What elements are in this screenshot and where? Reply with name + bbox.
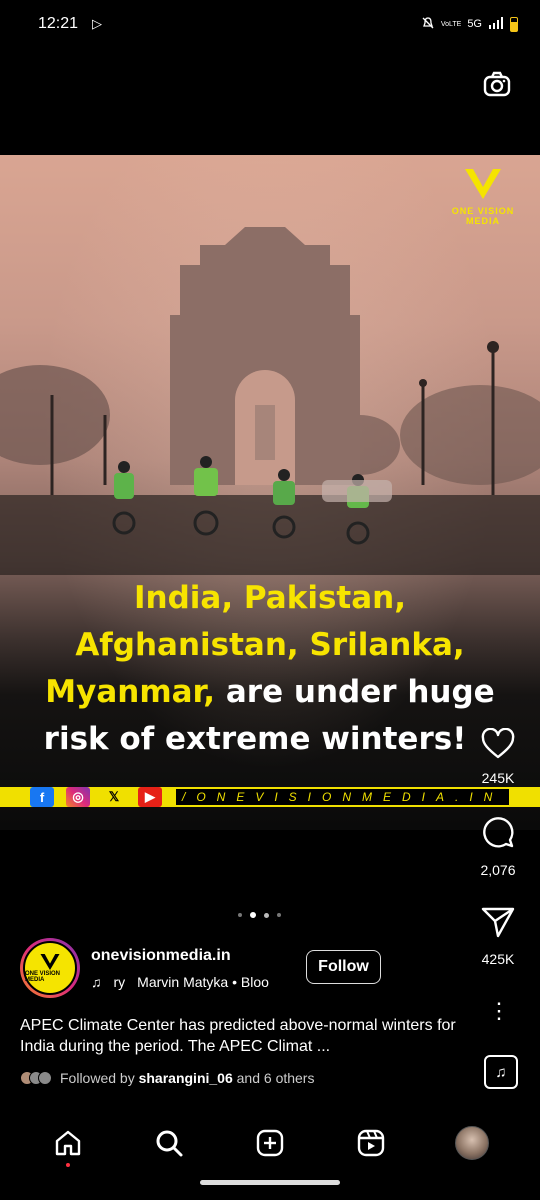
headline-line-4: risk of extreme winters! [43,721,467,757]
send-icon [481,907,515,938]
comment-count: 2,076 [480,862,516,878]
author-username[interactable]: onevisionmedia.in [91,947,231,965]
status-time: 12:21 [38,15,79,32]
nav-profile[interactable] [452,1123,492,1163]
follower-avatar [38,1071,52,1085]
search-icon [156,1130,183,1157]
avatar-v-icon [40,954,60,970]
profile-avatar [454,1126,489,1160]
comment-button[interactable]: 2,076 [468,814,528,878]
youtube-icon: ▶ [138,787,162,807]
author-avatar[interactable]: ONE VISION MEDIA [20,938,80,998]
instagram-icon: ◎ [66,787,90,807]
carousel-indicator [238,912,281,918]
audio-info[interactable]: ♫ ry Marvin Matyka • Bloo [91,974,296,990]
comment-icon [483,817,514,848]
camera-icon [483,71,511,97]
notification-dot [66,1163,71,1167]
follow-button[interactable]: Follow [306,950,381,984]
brand-v-icon [465,169,501,199]
followed-by[interactable]: Followed by sharangini_06 and 6 others [20,1070,314,1086]
share-button[interactable]: 425K [468,905,528,967]
brand-logo: ONE VISION MEDIA [444,167,522,226]
heart-icon [481,728,515,759]
share-count: 425K [481,951,515,967]
more-options-button[interactable]: ⋮ [484,1000,514,1022]
facebook-icon: f [30,787,54,807]
audio-prefix: ry [113,974,126,990]
carousel-dot [238,913,242,917]
status-bar: 12:21 ▷ VoLTE 5G [0,0,540,48]
followed-by-text: Followed by sharangini_06 and 6 others [60,1070,315,1086]
music-note-small-icon: ♫ [91,974,102,990]
post-caption[interactable]: APEC Climate Center has predicted above-… [20,1015,470,1057]
battery-icon [510,16,518,32]
home-icon [56,1130,81,1156]
more-vertical-icon: ⋮ [488,998,510,1023]
gesture-home-indicator [200,1180,340,1185]
headline-line-3: Myanmar, are under huge [45,674,495,710]
headline-line-1: India, Pakistan, [134,580,406,616]
audio-thumbnail-button[interactable]: ♫ [484,1055,518,1089]
like-count: 245K [481,770,515,786]
social-strip: f ◎ 𝕏 ▶ /ONEVISIONMEDIA.IN [0,787,540,807]
brand-logo-text: ONE VISION MEDIA [451,206,515,226]
audio-track-name: Marvin Matyka • Bloo [137,974,269,990]
bottom-navigation [0,1110,540,1176]
create-icon [256,1129,284,1157]
follower-avatars [20,1071,52,1085]
volte-label: VoLTE [440,20,462,28]
signal-icon [488,16,504,32]
carousel-dot-active [250,912,256,918]
nav-reels[interactable] [351,1123,391,1163]
strip-website-text: /ONEVISIONMEDIA.IN [176,789,510,805]
carousel-dot [264,912,269,918]
camera-button[interactable] [480,68,514,102]
play-store-icon: ▷ [92,16,103,31]
carousel-dot [277,913,281,917]
mute-icon [421,16,435,33]
nav-search[interactable] [149,1123,189,1163]
music-note-icon: ♫ [495,1063,507,1081]
avatar-text: ONE VISION MEDIA [25,971,61,983]
headline-line-2: Afghanistan, Srilanka, [75,627,465,663]
nav-home[interactable] [48,1123,88,1167]
nav-create[interactable] [250,1123,290,1163]
reels-icon [357,1129,384,1157]
network-label: 5G [467,18,482,30]
like-button[interactable]: 245K [468,728,528,786]
post-image[interactable]: ONE VISION MEDIA India, Pakistan, Afghan… [0,155,540,830]
author-avatar-logo: ONE VISION MEDIA [23,941,77,995]
x-icon: 𝕏 [102,787,126,807]
post-headline: India, Pakistan, Afghanistan, Srilanka, … [0,575,540,763]
status-icons: VoLTE 5G [421,16,518,33]
